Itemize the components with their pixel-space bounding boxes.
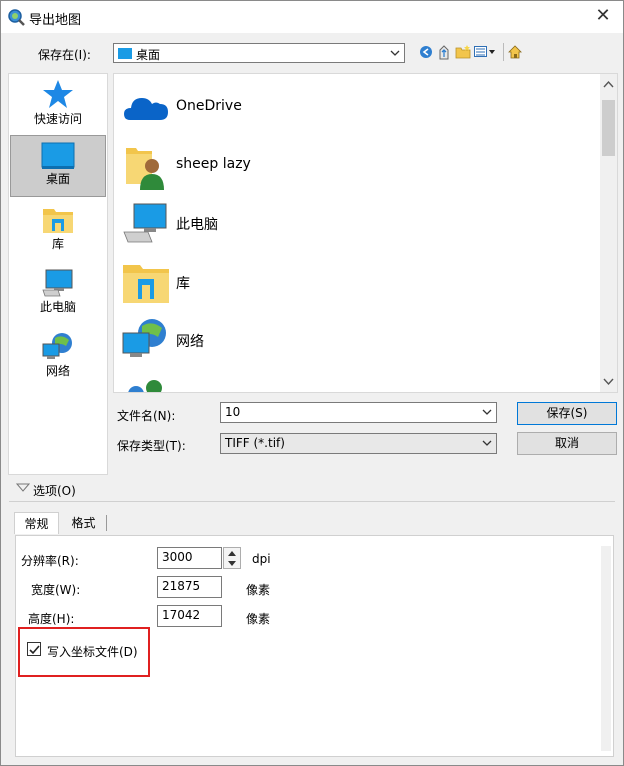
width-input[interactable]: 21875	[157, 576, 222, 598]
close-button[interactable]: ✕	[593, 6, 613, 26]
list-item-library[interactable]: 库	[122, 257, 602, 307]
resolution-spinner[interactable]	[223, 547, 241, 569]
save-in-value: 桌面	[136, 48, 161, 62]
list-item-this-pc[interactable]: 此电脑	[122, 198, 602, 248]
spin-down-icon[interactable]	[227, 560, 237, 567]
close-icon: ✕	[595, 5, 611, 26]
width-label: 宽度(W):	[31, 583, 81, 597]
cancel-button[interactable]: 取消	[517, 432, 617, 455]
user-folder-icon	[126, 148, 164, 190]
save-in-combo[interactable]: 桌面	[113, 43, 405, 63]
library-icon	[43, 209, 73, 233]
filetype-label: 保存类型(T):	[117, 439, 186, 453]
app-magnifier-icon	[8, 9, 25, 26]
place-this-pc[interactable]: 此电脑	[10, 268, 106, 322]
onedrive-icon	[124, 98, 168, 120]
scroll-up-icon[interactable]	[603, 80, 614, 88]
file-name: 网络	[176, 334, 204, 350]
file-name: OneDrive	[176, 98, 242, 114]
computer-icon	[42, 269, 73, 297]
new-folder-icon[interactable]	[455, 45, 471, 59]
back-icon[interactable]	[419, 45, 433, 59]
file-list-scrollbar[interactable]	[600, 74, 617, 392]
list-item-user-folder[interactable]: sheep lazy	[122, 140, 602, 190]
save-button[interactable]: 保存(S)	[517, 402, 617, 425]
chevron-down-icon	[390, 50, 400, 56]
place-network[interactable]: 网络	[10, 332, 106, 386]
filename-value: 10	[225, 405, 241, 419]
options-label[interactable]: 选项(O)	[33, 482, 76, 499]
height-unit: 像素	[246, 612, 271, 626]
file-name: sheep lazy	[176, 156, 251, 172]
world-file-label[interactable]: 写入坐标文件(D)	[47, 643, 138, 660]
width-unit: 像素	[246, 583, 271, 597]
save-in-label: 保存在(I):	[38, 48, 91, 62]
panel-scrollbar[interactable]	[601, 546, 611, 751]
chevron-down-icon	[482, 409, 492, 415]
file-name: 此电脑	[176, 217, 218, 233]
homegroup-icon	[128, 380, 162, 392]
window-title: 导出地图	[29, 13, 82, 28]
network-icon	[42, 333, 72, 359]
place-label: 快速访问	[33, 112, 82, 126]
options-divider	[9, 501, 615, 502]
places-bar: 快速访问 桌面 库 此电脑 网络	[8, 73, 108, 475]
scroll-thumb[interactable]	[602, 100, 615, 156]
title-bar: 导出地图 ✕	[1, 1, 623, 33]
filetype-select[interactable]: TIFF (*.tif)	[220, 433, 497, 454]
desktop-icon	[41, 142, 75, 169]
home-icon[interactable]	[507, 44, 523, 60]
filename-input[interactable]: 10	[220, 402, 497, 423]
place-label: 此电脑	[39, 300, 76, 314]
height-label: 高度(H):	[28, 612, 75, 626]
place-quick-access[interactable]: 快速访问	[10, 78, 106, 134]
filename-label: 文件名(N):	[117, 409, 176, 423]
network-icon	[122, 319, 166, 357]
place-label: 网络	[45, 364, 70, 378]
height-input[interactable]: 17042	[157, 605, 222, 627]
expander-triangle-icon[interactable]	[16, 483, 30, 493]
file-list[interactable]: OneDrive sheep lazy 此电脑 库 网络	[113, 73, 618, 393]
world-file-checkbox[interactable]	[27, 642, 41, 656]
desktop-small-icon	[118, 48, 132, 59]
tab-format[interactable]: 格式	[61, 512, 106, 534]
resolution-input[interactable]: 3000	[157, 547, 222, 569]
place-label: 库	[51, 237, 64, 251]
library-icon	[123, 265, 169, 303]
filetype-value: TIFF (*.tif)	[225, 436, 285, 450]
up-folder-icon[interactable]	[437, 44, 451, 60]
star-icon	[43, 80, 73, 108]
place-desktop[interactable]: 桌面	[10, 135, 106, 197]
resolution-unit: dpi	[252, 552, 271, 566]
export-map-dialog: 导出地图 ✕ 保存在(I): 桌面 快速访问 桌面 库 此电脑 网络 OneDr…	[0, 0, 624, 766]
list-item-partial[interactable]	[122, 374, 602, 392]
spin-up-icon[interactable]	[227, 550, 237, 557]
place-label: 桌面	[45, 172, 70, 186]
tab-divider	[106, 515, 107, 531]
place-library[interactable]: 库	[10, 205, 106, 259]
file-name: 库	[176, 276, 190, 292]
resolution-label: 分辨率(R):	[21, 554, 79, 568]
view-menu-icon[interactable]	[474, 45, 498, 59]
computer-icon	[123, 203, 167, 243]
list-item-onedrive[interactable]: OneDrive	[122, 82, 602, 132]
scroll-down-icon[interactable]	[603, 378, 614, 386]
chevron-down-icon	[482, 440, 492, 446]
checkmark-icon	[29, 645, 40, 655]
toolbar-divider	[503, 43, 504, 61]
list-item-network[interactable]: 网络	[122, 315, 602, 365]
tab-general[interactable]: 常规	[14, 512, 59, 534]
